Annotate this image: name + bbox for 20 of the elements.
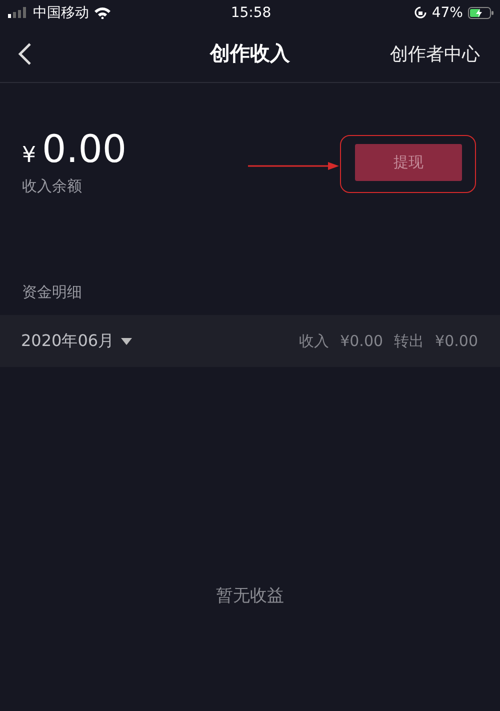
carrier-name: 中国移动 [33, 4, 89, 22]
income-label: 收入 [299, 332, 330, 350]
currency-symbol: ¥ [22, 143, 36, 168]
rotation-lock-icon [414, 6, 427, 19]
month-selector[interactable]: 2020年06月 [21, 330, 132, 352]
battery-percent: 47% [432, 4, 463, 20]
status-time: 15:58 [230, 4, 272, 20]
transfer-out-label: 转出 [394, 332, 424, 350]
empty-message: 暂无收益 [216, 585, 284, 606]
income-amount: ¥0.00 [340, 332, 384, 350]
section-title: 资金明细 [21, 282, 83, 303]
page-title: 创作收入 [210, 40, 290, 67]
creator-center-link[interactable]: 创作者中心 [390, 42, 480, 66]
caret-icon [121, 338, 132, 344]
battery-icon [468, 6, 494, 18]
transfer-out-amount: ¥0.00 [435, 332, 478, 350]
balance-amount: 0.00 [42, 127, 127, 171]
balance-label: 收入余额 [22, 177, 82, 196]
signal-icon [8, 7, 28, 18]
wifi-icon [94, 6, 111, 18]
